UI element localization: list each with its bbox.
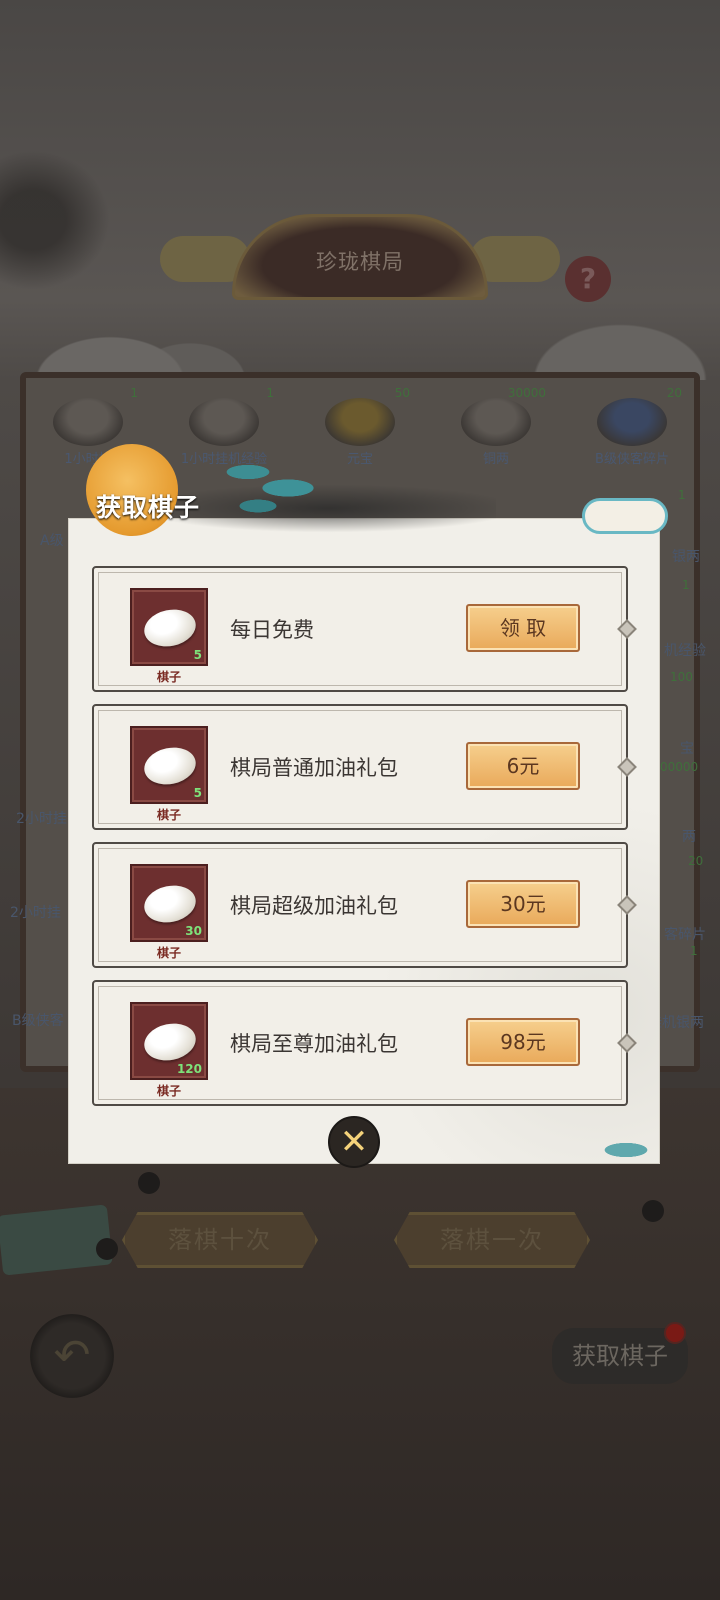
reward-count: 1 [690, 944, 698, 958]
reward-name: 两 [682, 829, 696, 845]
back-arrow-icon[interactable]: ↶ [30, 1314, 114, 1398]
list-item: 5 棋子 棋局普通加油礼包 6元 [92, 704, 637, 830]
pine-tree-decoration [0, 150, 110, 290]
purchase-list: 5 棋子 每日免费 领 取 5 棋子 棋局普通加油礼包 6元 30 棋子 棋局超… [92, 566, 637, 1118]
gold-ingot-icon [325, 398, 395, 446]
package-name: 棋局普通加油礼包 [230, 756, 398, 780]
reward-icon [53, 398, 123, 446]
dialog-title: 获取棋子 [96, 493, 201, 522]
reward-count: 20 [666, 386, 682, 400]
black-stone-decoration [96, 1238, 118, 1260]
item-label: 棋子 [156, 670, 181, 684]
page-title: 珍珑棋局 [316, 250, 404, 274]
reward-count: 100 [670, 670, 693, 684]
reward-name: 机经验 [664, 643, 706, 659]
close-icon[interactable]: ✕ [328, 1116, 380, 1168]
reward-item: 20 B级侠客碎片 [572, 386, 692, 467]
drop-once-button[interactable]: 落棋一次 [394, 1212, 590, 1268]
scroll-decoration [0, 1204, 113, 1276]
reward-name: 宝 [680, 741, 694, 757]
reward-name: 2小时挂 [10, 905, 61, 921]
buy-button[interactable]: 6元 [466, 742, 580, 790]
reward-count: 1 [130, 386, 138, 400]
reward-count: 00000 [660, 760, 699, 774]
item-quantity: 5 [193, 648, 202, 662]
reward-count: 1 [678, 488, 686, 502]
reward-name: A级 [40, 533, 64, 549]
reward-name: 客碎片 [664, 927, 706, 943]
reward-count: 50 [394, 386, 410, 400]
reward-name: 铜两 [482, 452, 509, 467]
buy-button[interactable]: 98元 [466, 1018, 580, 1066]
item-icon-box: 5 [130, 588, 208, 666]
reward-count: 20 [688, 854, 704, 868]
package-name: 棋局超级加油礼包 [230, 894, 398, 918]
reward-count: 1 [682, 578, 690, 592]
help-button[interactable]: ? [565, 256, 611, 302]
item-quantity: 120 [176, 1062, 202, 1076]
item-label: 棋子 [156, 946, 181, 960]
claim-button[interactable]: 领 取 [466, 604, 580, 652]
white-stone-icon [140, 604, 200, 652]
reward-name: 2小时挂 [16, 811, 67, 827]
list-item: 5 棋子 每日免费 领 取 [92, 566, 637, 692]
item-label: 棋子 [156, 1084, 181, 1098]
drop-ten-times-button[interactable]: 落棋十次 [122, 1212, 318, 1268]
silver-ingot-icon [461, 398, 531, 446]
reward-count: 30000 [507, 386, 546, 400]
package-name: 每日免费 [230, 618, 314, 642]
cloud-decoration [582, 498, 668, 534]
list-item: 30 棋子 棋局超级加油礼包 30元 [92, 842, 637, 968]
package-name: 棋局至尊加油礼包 [230, 1032, 398, 1056]
item-icon-box: 30 [130, 864, 208, 942]
item-quantity: 5 [193, 786, 202, 800]
pine-corner-decoration [596, 1132, 660, 1164]
list-item: 120 棋子 棋局至尊加油礼包 98元 [92, 980, 637, 1106]
item-icon-box: 120 [130, 1002, 208, 1080]
reward-name: B级侠客 [12, 1013, 64, 1029]
puzzle-fragment-icon [597, 398, 667, 446]
item-label: 棋子 [156, 808, 181, 822]
buy-button[interactable]: 30元 [466, 880, 580, 928]
reward-count: 1 [266, 386, 274, 400]
white-stone-icon [140, 1018, 200, 1066]
reward-item: 30000 铜两 [436, 386, 556, 467]
pine-branch-decoration [218, 452, 328, 522]
reward-name: 银两 [672, 549, 700, 565]
white-stone-icon [140, 880, 200, 928]
black-stone-decoration [138, 1172, 160, 1194]
item-quantity: 30 [185, 924, 202, 938]
white-stone-icon [140, 742, 200, 790]
black-stone-decoration [642, 1200, 664, 1222]
notification-dot [664, 1322, 686, 1344]
reward-name: B级侠客碎片 [595, 452, 669, 467]
item-icon-box: 5 [130, 726, 208, 804]
reward-icon [189, 398, 259, 446]
